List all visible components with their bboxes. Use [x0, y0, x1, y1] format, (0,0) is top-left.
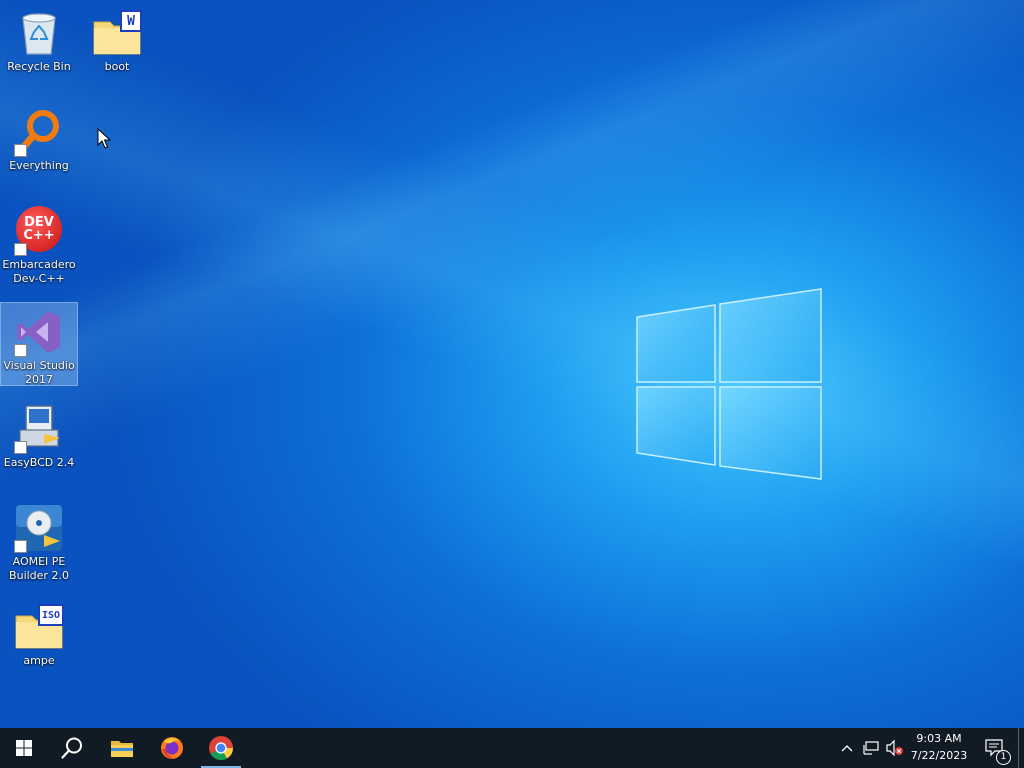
dev-cpp-icon: DEV C++ — [14, 206, 64, 256]
file-explorer-button[interactable] — [98, 728, 146, 768]
network-button[interactable] — [860, 728, 882, 768]
desktop-icon-label: AOMEI PE Builder 2.0 — [9, 555, 69, 582]
desktop-icon-boot[interactable]: W boot — [79, 4, 155, 74]
start-button[interactable] — [0, 728, 48, 768]
aomei-disc-icon — [14, 503, 64, 553]
wallpaper-windows-logo — [636, 288, 822, 480]
desktop-icon-aomei-pe-builder[interactable]: AOMEI PE Builder 2.0 — [1, 499, 77, 583]
clock[interactable]: 9:03 AM 7/22/2023 — [908, 728, 970, 768]
desktop-icon-label: EasyBCD 2.4 — [3, 456, 75, 469]
dev-cpp-glyph: C++ — [23, 228, 55, 243]
search-icon — [61, 737, 82, 759]
shortcut-arrow-icon — [14, 243, 27, 256]
chrome-button[interactable] — [197, 728, 245, 768]
volume-muted-icon — [886, 740, 903, 756]
desktop-icon-label: Recycle Bin — [7, 60, 71, 73]
desktop-icon-everything[interactable]: Everything — [1, 103, 77, 173]
show-hidden-icons-button[interactable] — [836, 728, 858, 768]
desktop-icon-label: ampe — [23, 654, 55, 667]
shortcut-arrow-icon — [14, 144, 27, 157]
folder-icon: ISO — [14, 602, 64, 652]
desktop-icon-label: boot — [104, 60, 130, 73]
network-icon — [863, 741, 879, 755]
clock-date: 7/22/2023 — [910, 749, 968, 762]
light-beam — [0, 0, 1024, 728]
ampe-badge-glyph: ISO — [41, 609, 61, 621]
notification-count-badge: 1 — [996, 750, 1011, 765]
desktop-icon-label: Visual Studio 2017 — [3, 359, 75, 386]
desktop-icon-dev-cpp[interactable]: DEV C++ Embarcadero Dev-C++ — [1, 202, 77, 286]
boot-badge-glyph: W — [127, 13, 135, 29]
taskbar: 9:03 AM 7/22/2023 1 — [0, 728, 1024, 768]
clock-time: 9:03 AM — [916, 732, 962, 745]
folder-icon — [111, 741, 133, 757]
desktop-icon-visual-studio[interactable]: Visual Studio 2017 — [0, 302, 78, 386]
action-center-button[interactable]: 1 — [978, 728, 1012, 768]
visual-studio-icon — [14, 307, 64, 357]
firefox-button[interactable] — [148, 728, 196, 768]
mouse-cursor-icon — [97, 128, 111, 149]
desktop-icon-label: Everything — [9, 159, 69, 172]
shortcut-arrow-icon — [14, 344, 27, 357]
desktop-icon-ampe[interactable]: ISO ampe — [1, 598, 77, 668]
search-button[interactable] — [48, 728, 96, 768]
windows-logo-icon — [16, 740, 32, 756]
desktop-icon-recycle-bin[interactable]: Recycle Bin — [1, 4, 77, 74]
show-desktop-button[interactable] — [1018, 728, 1024, 768]
chrome-icon — [209, 736, 233, 761]
volume-button[interactable] — [884, 728, 906, 768]
chevron-up-icon — [841, 745, 853, 752]
recycle-bin-icon — [14, 8, 64, 58]
desktop[interactable]: Recycle Bin W boot Everything DEV C++ Em… — [0, 0, 1024, 728]
shortcut-arrow-icon — [14, 540, 27, 553]
easybcd-icon — [14, 404, 64, 454]
shortcut-arrow-icon — [14, 441, 27, 454]
desktop-icon-label: Embarcadero Dev-C++ — [2, 258, 76, 285]
folder-icon: W — [92, 8, 142, 58]
firefox-icon — [161, 737, 183, 759]
desktop-icon-easybcd[interactable]: EasyBCD 2.4 — [1, 400, 77, 470]
magnifier-icon — [14, 107, 64, 157]
